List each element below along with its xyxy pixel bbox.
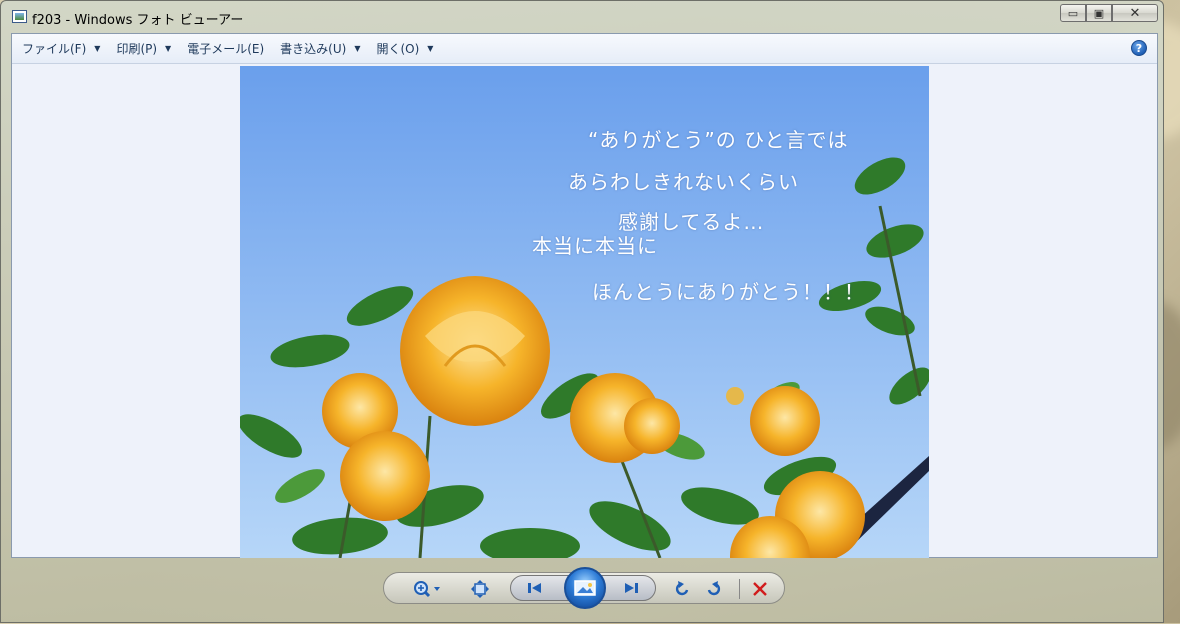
zoom-icon[interactable] [412,579,444,599]
message-line-2: あらわしきれないくらい [568,170,799,194]
chevron-down-icon: ▼ [165,44,172,53]
menu-file[interactable]: ファイル(F) ▼ [16,38,106,60]
maximize-icon: ▣ [1093,6,1105,20]
menu-burn[interactable]: 書き込み(U) ▼ [274,38,366,60]
minimize-icon: ▭ [1067,6,1079,20]
rotate-left-icon[interactable] [672,579,692,599]
delete-icon[interactable] [750,579,770,599]
next-icon[interactable] [621,578,641,598]
chevron-down-icon: ▼ [94,44,101,53]
close-button[interactable]: ✕ [1112,4,1158,22]
message-line-1: “ありがとう”の ひと言では [588,128,849,152]
message-line-5: ほんとうにありがとう！！！ [592,280,865,304]
slideshow-icon[interactable] [564,567,606,609]
menu-file-label: ファイル(F) [22,42,87,56]
photo-viewer-window: f203 - Windows フォト ビューアー ▭ ▣ ✕ ファイル(F) ▼… [0,0,1164,623]
actual-size-icon[interactable] [470,579,490,599]
menu-email-label: 電子メール(E) [187,42,265,56]
chevron-down-icon: ▼ [354,44,361,53]
bottom-toolbar [1,559,1165,624]
chevron-down-icon: ▼ [427,44,434,53]
help-icon[interactable]: ? [1131,40,1147,56]
menu-email[interactable]: 電子メール(E) [181,38,270,60]
control-bar [383,567,785,609]
menu-print[interactable]: 印刷(P) ▼ [110,38,177,60]
previous-icon[interactable] [525,578,545,598]
rotate-right-icon[interactable] [704,579,724,599]
app-photo-icon [12,10,27,23]
caption-buttons: ▭ ▣ ✕ [1060,4,1158,24]
maximize-button[interactable]: ▣ [1086,4,1112,22]
title-bar[interactable]: f203 - Windows フォト ビューアー ▭ ▣ ✕ [1,1,1163,33]
viewer-frame: ファイル(F) ▼ 印刷(P) ▼ 電子メール(E) 書き込み(U) ▼ 開く(… [11,33,1158,558]
message-line-4: 本当に本当に [532,234,658,258]
menu-print-label: 印刷(P) [116,42,158,56]
photo-display: “ありがとう”の ひと言では あらわしきれないくらい 感謝してるよ… 本当に本当… [240,66,929,558]
close-icon: ✕ [1129,5,1141,21]
menu-open-label: 開く(O) [376,42,420,56]
menu-burn-label: 書き込み(U) [280,42,347,56]
window-title: f203 - Windows フォト ビューアー [32,13,244,28]
toolbar-divider [739,579,740,599]
menu-bar: ファイル(F) ▼ 印刷(P) ▼ 電子メール(E) 書き込み(U) ▼ 開く(… [12,34,1157,64]
minimize-button[interactable]: ▭ [1060,4,1086,22]
menu-open[interactable]: 開く(O) ▼ [370,38,439,60]
